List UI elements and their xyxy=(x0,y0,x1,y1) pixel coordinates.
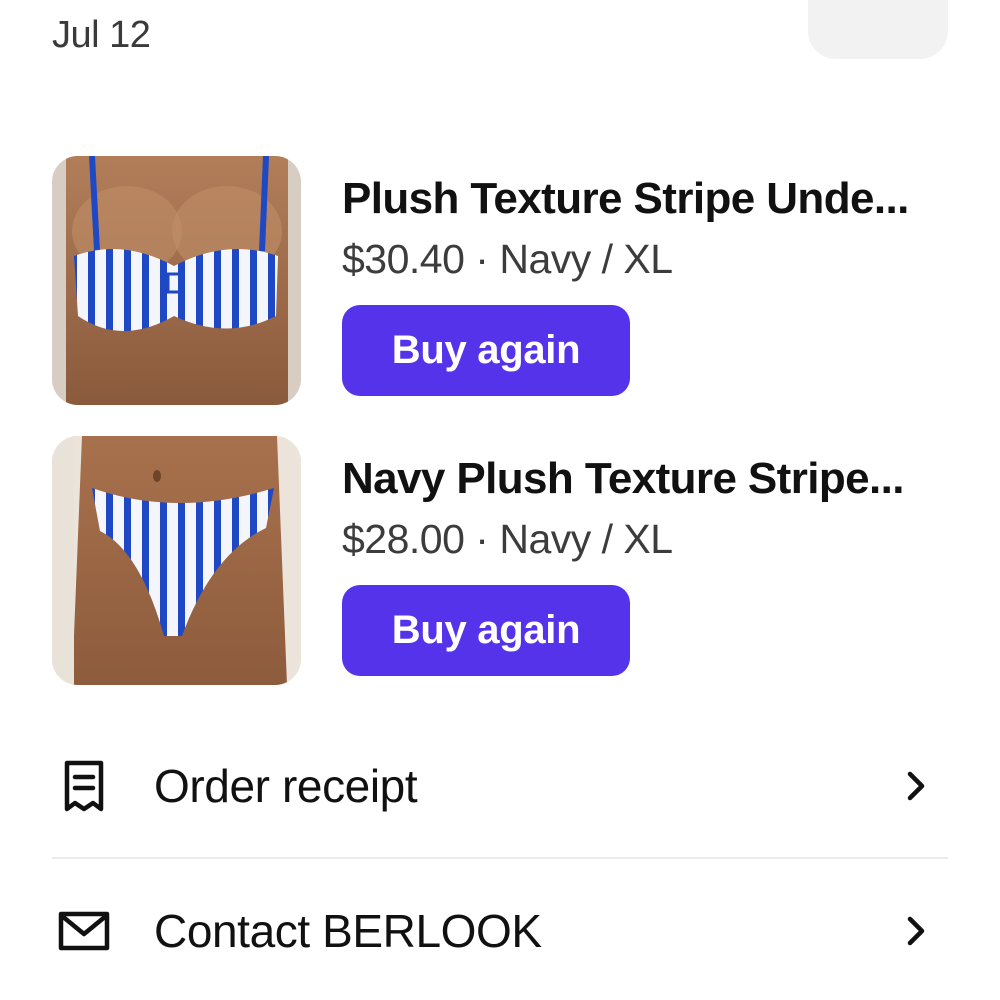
buy-again-button[interactable]: Buy again xyxy=(342,305,630,396)
order-item: Plush Texture Stripe Unde... $30.40 · Na… xyxy=(52,156,952,406)
product-image[interactable] xyxy=(52,436,301,685)
order-receipt-row[interactable]: Order receipt xyxy=(52,731,948,841)
contact-seller-row[interactable]: Contact BERLOOK xyxy=(52,876,948,986)
order-item: Navy Plush Texture Stripe... $28.00 · Na… xyxy=(52,436,952,686)
order-detail-page: Jul 12 Plush Texture Stripe Unde... $30.… xyxy=(0,0,1000,1000)
product-price-variant: $30.40 · Navy / XL xyxy=(342,236,673,282)
order-date: Jul 12 xyxy=(52,14,151,56)
product-price-variant: $28.00 · Navy / XL xyxy=(342,516,673,562)
top-right-button[interactable] xyxy=(808,0,948,59)
bikini-bottom-image xyxy=(52,436,301,685)
order-receipt-label: Order receipt xyxy=(154,760,418,812)
receipt-icon xyxy=(56,758,112,814)
buy-again-button[interactable]: Buy again xyxy=(342,585,630,676)
bikini-top-image xyxy=(52,156,301,405)
product-title[interactable]: Plush Texture Stripe Unde... xyxy=(342,174,909,224)
contact-seller-label: Contact BERLOOK xyxy=(154,905,542,957)
chevron-right-icon xyxy=(907,771,925,801)
product-title[interactable]: Navy Plush Texture Stripe... xyxy=(342,454,905,504)
chevron-right-icon xyxy=(907,916,925,946)
mail-icon xyxy=(56,903,112,959)
divider xyxy=(52,857,948,859)
product-image[interactable] xyxy=(52,156,301,405)
